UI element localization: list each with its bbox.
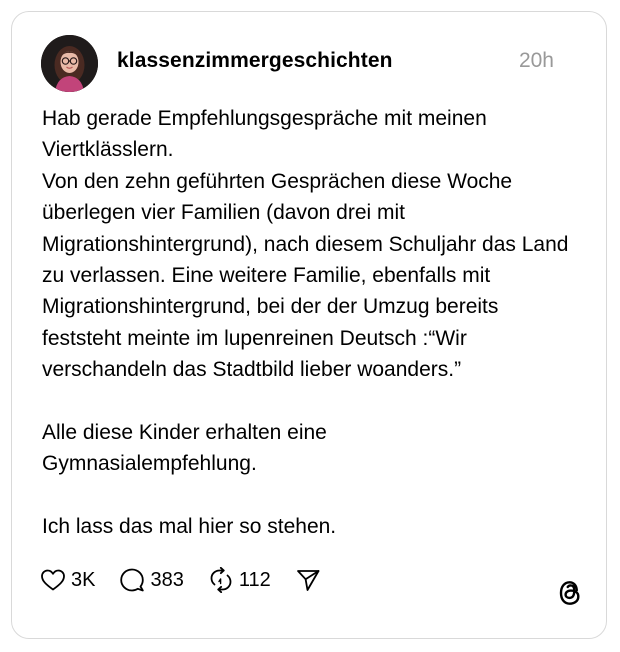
comment-button[interactable]: 383 — [119, 567, 184, 593]
repost-icon — [210, 567, 232, 593]
post-paragraph: Ich lass das mal hier so stehen. — [42, 515, 337, 539]
post-paragraph: Hab gerade Empfehlungsgespräche mit mein… — [42, 107, 487, 162]
avatar-illustration-icon — [41, 35, 98, 92]
repost-count: 112 — [238, 568, 271, 591]
post-timestamp[interactable]: 20h — [519, 49, 554, 73]
post-actions: 3K 383 112 — [40, 565, 345, 595]
comment-count: 383 — [150, 568, 184, 591]
avatar[interactable] — [41, 35, 98, 92]
post-text: Hab gerade Empfehlungsgespräche mit mein… — [42, 103, 582, 543]
repost-button[interactable]: 112 — [208, 567, 271, 593]
threads-logo-icon[interactable] — [557, 578, 583, 608]
heart-icon — [41, 569, 65, 591]
author-username[interactable]: klassenzimmergeschichten — [117, 49, 393, 73]
comment-bubble-icon — [120, 568, 145, 592]
post-paragraph: Alle diese Kinder erhalten eine Gymnasia… — [42, 421, 327, 476]
like-button[interactable]: 3K — [40, 568, 95, 592]
share-button[interactable] — [295, 567, 321, 593]
send-icon — [296, 570, 320, 591]
post-paragraph: Von den zehn geführten Gesprächen diese … — [42, 169, 569, 382]
like-count: 3K — [71, 568, 96, 591]
